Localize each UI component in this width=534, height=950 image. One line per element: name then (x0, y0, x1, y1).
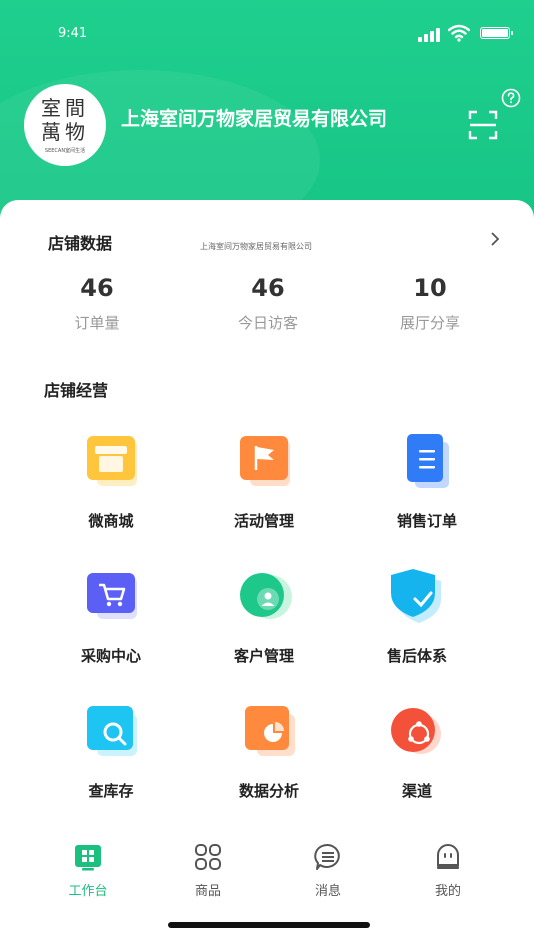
wifi-icon (448, 24, 470, 42)
micro-mall-button[interactable]: 微商城 (36, 432, 186, 531)
status-bar: 9:41 (0, 22, 534, 46)
after-sales-button[interactable]: 售后体系 (342, 567, 492, 666)
operations-title: 店铺经营 (44, 381, 109, 400)
profile-icon (437, 844, 459, 869)
document-icon (407, 434, 449, 488)
check-inventory-button[interactable]: 查库存 (36, 702, 186, 801)
scan-icon[interactable] (468, 110, 498, 140)
stat-label: 展厅分享 (399, 314, 460, 332)
tab-products[interactable]: 商品 (168, 840, 248, 899)
store-logo[interactable]: 室間 萬物 SEECAN室间生活 (24, 84, 106, 166)
operation-label: 活动管理 (233, 512, 294, 530)
tab-mine[interactable]: 我的 (408, 840, 488, 899)
share-icon (391, 708, 441, 754)
logo-text-2: 萬物 (41, 120, 89, 144)
activity-management-button[interactable]: 活动管理 (189, 432, 339, 531)
operation-label: 查库存 (88, 782, 134, 800)
store-data-subtitle: 上海室间万物家居贸易有限公司 (200, 242, 312, 251)
pie-chart-icon (245, 706, 295, 756)
operation-label: 客户管理 (233, 647, 294, 665)
stat-value: 10 (413, 274, 447, 302)
message-icon (314, 843, 340, 870)
home-indicator[interactable] (168, 922, 370, 928)
stat-shares[interactable]: 10 展厅分享 (360, 270, 500, 333)
operation-label: 采购中心 (80, 647, 141, 665)
stat-visitors[interactable]: 46 今日访客 (198, 270, 338, 333)
tab-label: 工作台 (68, 884, 108, 899)
store-data-title: 店铺数据 (48, 234, 113, 253)
tab-label: 我的 (434, 884, 461, 899)
signal-icon (418, 26, 444, 42)
tab-label: 商品 (194, 884, 221, 899)
store-icon (87, 436, 137, 486)
tab-messages[interactable]: 消息 (288, 840, 368, 899)
chevron-right-icon[interactable] (488, 230, 502, 248)
help-icon[interactable] (501, 88, 521, 108)
operation-label: 销售订单 (396, 512, 457, 530)
stat-label: 今日访客 (237, 314, 298, 332)
shield-check-icon (391, 569, 441, 623)
logo-text-1: 室間 (41, 96, 89, 120)
stat-orders[interactable]: 46 订单量 (27, 270, 167, 333)
search-icon (87, 706, 137, 756)
channel-button[interactable]: 渠道 (342, 702, 492, 801)
grid-icon (195, 844, 221, 870)
bottom-tab-bar: 工作台 商品 消息 我的 (0, 840, 534, 900)
operation-label: 微商城 (88, 512, 134, 530)
data-analysis-button[interactable]: 数据分析 (194, 702, 344, 801)
workbench-icon (75, 845, 101, 871)
cart-icon (87, 573, 137, 619)
status-time: 9:41 (58, 26, 88, 41)
company-name: 上海室间万物家居贸易有限公司 (121, 108, 388, 130)
logo-tagline: SEECAN室间生活 (44, 148, 86, 154)
user-icon (240, 573, 292, 619)
operation-label: 售后体系 (386, 647, 447, 665)
sales-order-button[interactable]: 销售订单 (352, 432, 502, 531)
tab-workbench[interactable]: 工作台 (48, 840, 128, 899)
stat-value: 46 (251, 274, 285, 302)
customer-management-button[interactable]: 客户管理 (189, 567, 339, 666)
operation-label: 数据分析 (238, 782, 299, 800)
battery-icon (480, 27, 513, 39)
flag-icon (240, 436, 290, 486)
stat-value: 46 (80, 274, 114, 302)
purchase-center-button[interactable]: 采购中心 (36, 567, 186, 666)
tab-label: 消息 (314, 884, 341, 899)
stat-label: 订单量 (74, 314, 120, 332)
operation-label: 渠道 (401, 782, 432, 800)
